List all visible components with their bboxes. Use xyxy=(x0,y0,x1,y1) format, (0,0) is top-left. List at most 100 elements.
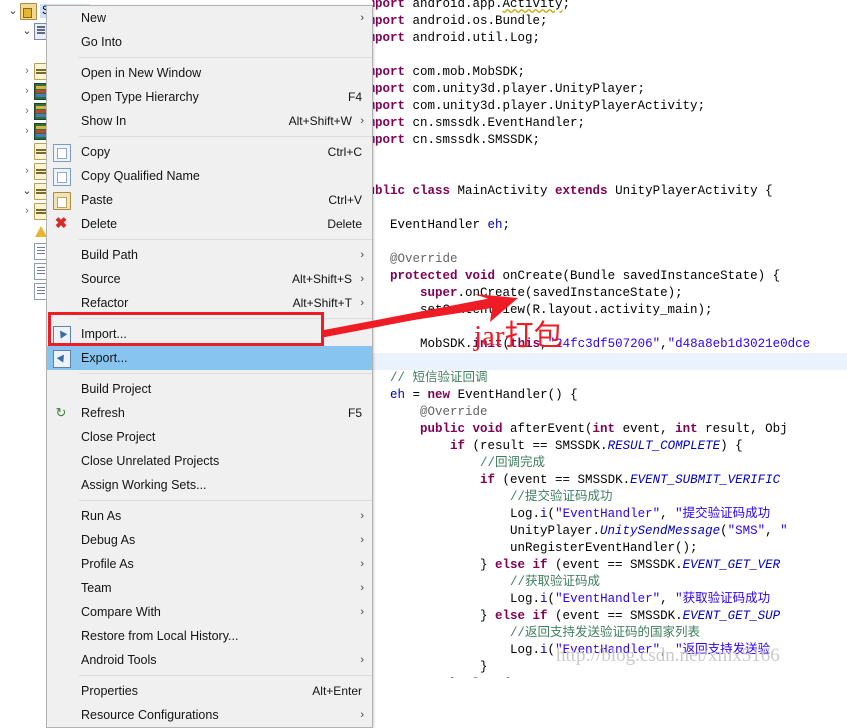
paste-icon xyxy=(53,192,71,210)
chevron-down-icon[interactable]: ⌄ xyxy=(20,21,34,41)
menu-item-refresh[interactable]: ↻ Refresh F5 xyxy=(47,401,372,425)
menu-item-android-tools[interactable]: Android Tools › xyxy=(47,648,372,672)
menu-item-label: Delete xyxy=(81,217,118,231)
menu-item-close-unrelated-projects[interactable]: Close Unrelated Projects xyxy=(47,449,372,473)
menu-item-profile-as[interactable]: Profile As › xyxy=(47,552,372,576)
code-line: super.onCreate(savedInstanceState); xyxy=(420,286,683,300)
code-line: import com.unity3d.player.UnityPlayer; xyxy=(372,82,646,96)
chevron-right-icon: › xyxy=(360,582,364,594)
menu-item-assign-working-sets[interactable]: Assign Working Sets... xyxy=(47,473,372,497)
code-line: EventHandler eh; xyxy=(372,218,511,232)
menu-item-copy-qualified-name[interactable]: Copy Qualified Name xyxy=(47,164,372,188)
tree-item[interactable] xyxy=(0,41,48,61)
menu-item-label: Build Project xyxy=(81,382,152,396)
copy-qualified-icon xyxy=(53,168,71,186)
menu-item-close-project[interactable]: Close Project xyxy=(47,425,372,449)
code-line: Log.i("EventHandler", "返回支持发送验 xyxy=(372,643,771,657)
menu-item-show-in[interactable]: Show In Alt+Shift+W › xyxy=(47,109,372,133)
menu-item-debug-as[interactable]: Debug As › xyxy=(47,528,372,552)
code-line: import cn.smssdk.SMSSDK; xyxy=(372,133,541,147)
chevron-right-icon: › xyxy=(360,510,364,522)
menu-item-go-into[interactable]: Go Into xyxy=(47,30,372,54)
code-line: import com.mob.MobSDK; xyxy=(372,65,526,79)
menu-item-open-type-hierarchy[interactable]: Open Type Hierarchy F4 xyxy=(47,85,372,109)
chevron-right-icon[interactable]: › xyxy=(20,61,34,81)
code-line: protected void onCreate(Bundle savedInst… xyxy=(390,269,781,283)
chevron-right-icon[interactable]: › xyxy=(20,101,34,121)
code-line xyxy=(372,353,847,370)
menu-item-resource-configurations[interactable]: Resource Configurations › xyxy=(47,703,372,727)
menu-item-label: Import... xyxy=(81,327,127,341)
code-line: } else if (event == SMSSDK.EVENT_GET_SUP xyxy=(372,609,781,623)
menu-item-label: Android Tools xyxy=(81,653,157,667)
menu-item-team[interactable]: Team › xyxy=(47,576,372,600)
chevron-right-icon: › xyxy=(360,273,364,285)
code-line: //提交验证码成功 xyxy=(510,490,613,504)
menu-item-restore-from-local-history[interactable]: Restore from Local History... xyxy=(47,624,372,648)
code-editor[interactable]: import android.app.Activity; import andro… xyxy=(372,0,847,678)
menu-item-shortcut: Alt+Enter xyxy=(312,684,362,698)
chevron-down-icon[interactable]: ⌄ xyxy=(6,1,20,21)
menu-item-delete[interactable]: ✖ Delete Delete xyxy=(47,212,372,236)
code-line: Log.i("EventHandler", "获取验证码成功 xyxy=(372,592,771,606)
menu-item-shortcut: Alt+Shift+T xyxy=(292,296,352,310)
menu-item-shortcut: F5 xyxy=(347,406,362,420)
menu-item-run-as[interactable]: Run As › xyxy=(47,504,372,528)
menu-item-source[interactable]: Source Alt+Shift+S › xyxy=(47,267,372,291)
code-line: import android.app.Activity; xyxy=(372,0,571,11)
menu-item-label: Close Project xyxy=(81,430,156,444)
chevron-right-icon[interactable]: › xyxy=(20,121,34,141)
menu-item-compare-with[interactable]: Compare With › xyxy=(47,600,372,624)
menu-item-build-project[interactable]: Build Project xyxy=(47,377,372,401)
menu-item-shortcut: Delete xyxy=(327,217,362,231)
chevron-right-icon: › xyxy=(360,12,364,24)
code-line: @Override xyxy=(390,252,458,266)
menu-item-build-path[interactable]: Build Path › xyxy=(47,243,372,267)
menu-item-import[interactable]: Import... xyxy=(47,322,372,346)
menu-item-label: Assign Working Sets... xyxy=(81,478,207,492)
chevron-right-icon: › xyxy=(360,297,364,309)
menu-item-label: Debug As xyxy=(81,533,136,547)
menu-item-label: Resource Configurations xyxy=(81,708,219,722)
chevron-right-icon[interactable]: › xyxy=(20,161,34,181)
menu-item-label: Build Path xyxy=(81,248,138,262)
menu-item-shortcut: Alt+Shift+W xyxy=(288,114,352,128)
code-line: if (event == SMSSDK.EVENT_SUBMIT_VERIFIC xyxy=(480,473,781,487)
chevron-down-icon[interactable]: ⌄ xyxy=(20,181,34,201)
menu-item-label: Refactor xyxy=(81,296,129,310)
menu-item-label: Run As xyxy=(81,509,122,523)
refresh-icon: ↻ xyxy=(55,405,67,420)
chevron-right-icon: › xyxy=(360,115,364,127)
menu-item-copy[interactable]: Copy Ctrl+C xyxy=(47,140,372,164)
code-line: //回调完成 xyxy=(480,456,546,470)
code-line: import cn.smssdk.EventHandler; xyxy=(372,116,586,130)
menu-item-label: Show In xyxy=(81,114,127,128)
menu-item-paste[interactable]: Paste Ctrl+V xyxy=(47,188,372,212)
code-line: MobSDK.init(this,"24fc3df507206","d48a8e… xyxy=(420,337,811,351)
project-icon xyxy=(20,2,37,20)
menu-item-label: Open Type Hierarchy xyxy=(81,90,199,104)
code-line: import android.util.Log; xyxy=(372,31,541,45)
chevron-right-icon: › xyxy=(360,558,364,570)
export-icon xyxy=(53,350,71,368)
menu-item-new[interactable]: New › xyxy=(47,6,372,30)
chevron-right-icon: › xyxy=(360,534,364,546)
menu-item-export[interactable]: Export... xyxy=(47,346,372,370)
code-line: } xyxy=(372,660,488,674)
project-context-menu[interactable]: New › Go Into Open in New Window Open Type H… xyxy=(46,5,373,728)
tree-item[interactable] xyxy=(0,221,52,241)
chevron-right-icon: › xyxy=(360,709,364,721)
menu-item-label: Properties xyxy=(81,684,138,698)
code-line: UnityPlayer.UnitySendMessage("SMS", " xyxy=(372,524,788,538)
menu-separator xyxy=(79,57,372,58)
code-line: import android.os.Bundle; xyxy=(372,14,548,28)
chevron-right-icon[interactable]: › xyxy=(20,201,34,221)
menu-item-refactor[interactable]: Refactor Alt+Shift+T › xyxy=(47,291,372,315)
chevron-right-icon[interactable]: › xyxy=(20,81,34,101)
menu-item-shortcut: F4 xyxy=(347,90,362,104)
menu-item-open-in-new-window[interactable]: Open in New Window xyxy=(47,61,372,85)
menu-item-properties[interactable]: Properties Alt+Enter xyxy=(47,679,372,703)
